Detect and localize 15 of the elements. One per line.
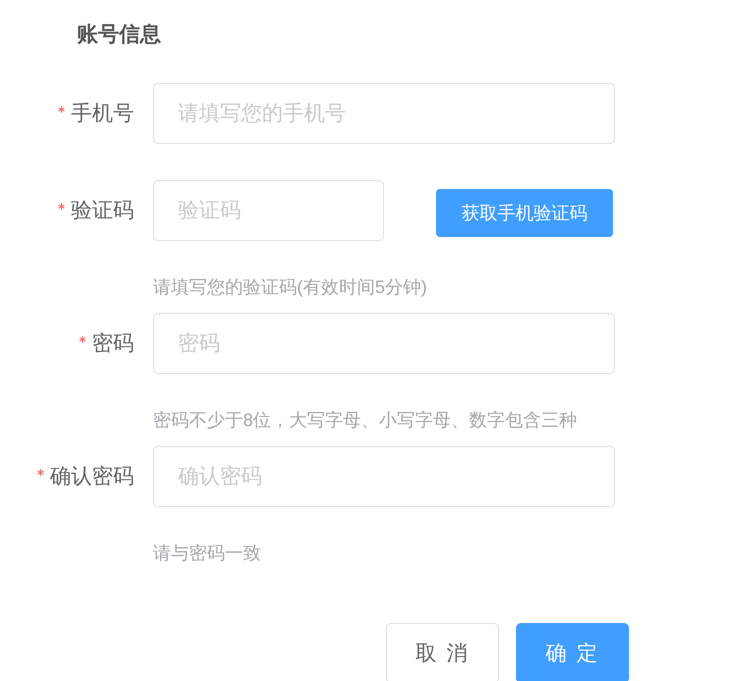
hint-text: 请填写您的验证码(有效时间5分钟) bbox=[153, 276, 427, 299]
field-label: 确认密码 bbox=[50, 464, 134, 490]
input-field[interactable]: 验证码 bbox=[153, 180, 384, 241]
input-field[interactable]: 确认密码 bbox=[153, 446, 615, 507]
field-label: 手机号 bbox=[71, 100, 134, 126]
cancel-button[interactable]: 取 消 bbox=[386, 623, 499, 681]
field-label: 验证码 bbox=[71, 198, 134, 224]
hint-text: 请与密码一致 bbox=[153, 542, 261, 565]
hint-text: 密码不少于8位，大写字母、小写字母、数字包含三种 bbox=[153, 409, 578, 432]
section-title: 账号信息 bbox=[77, 22, 161, 48]
get-code-button[interactable]: 获取手机验证码 bbox=[436, 188, 613, 236]
field-label: 密码 bbox=[92, 330, 134, 356]
input-field[interactable]: 密码 bbox=[153, 313, 615, 374]
confirm-button[interactable]: 确 定 bbox=[516, 623, 629, 681]
input-field[interactable]: 请填写您的手机号 bbox=[153, 83, 615, 144]
